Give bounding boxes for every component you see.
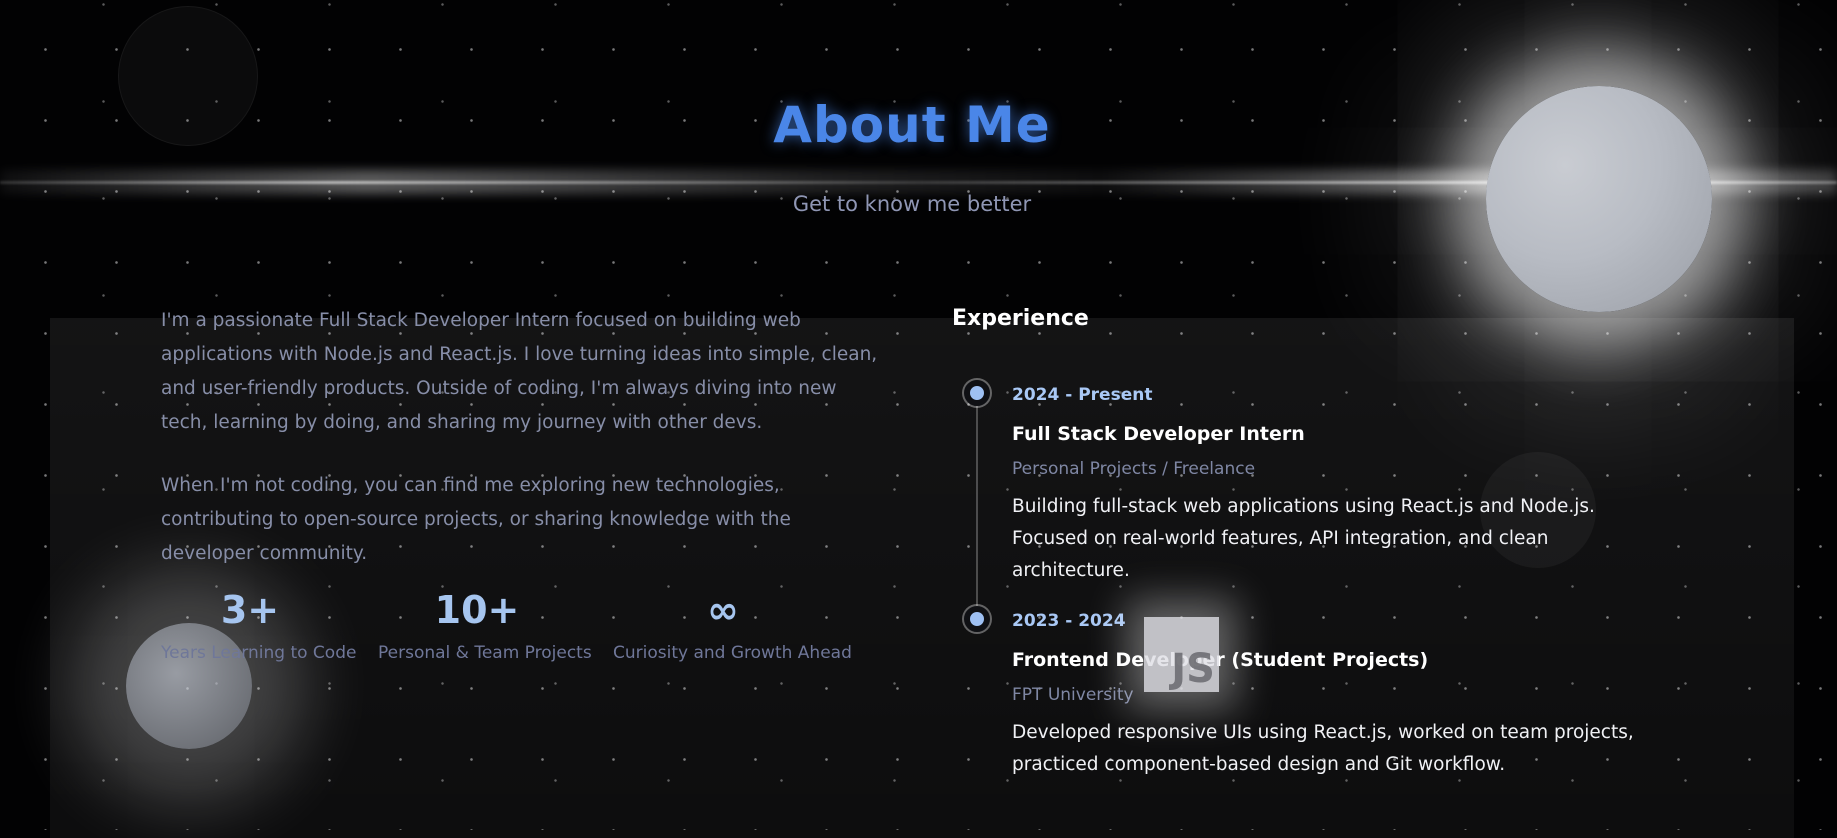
timeline-line	[976, 392, 978, 617]
experience-item: 2024 - Present Full Stack Developer Inte…	[1012, 385, 1672, 587]
stat-curiosity: ∞ Curiosity and Growth Ahead	[613, 587, 852, 663]
stat-label: Personal & Team Projects	[378, 643, 592, 663]
stats-row: 3+ Years Learning to Code 10+ Personal &…	[0, 587, 900, 687]
stat-label: Curiosity and Growth Ahead	[613, 643, 852, 663]
js-logo-icon: JS	[1144, 617, 1219, 692]
stat-projects: 10+ Personal & Team Projects	[378, 587, 592, 663]
experience-role: Full Stack Developer Intern	[1012, 423, 1305, 445]
experience-date: 2024 - Present	[1012, 385, 1153, 405]
experience-org: Personal Projects / Freelance	[1012, 459, 1256, 479]
experience-heading: Experience	[952, 306, 1089, 331]
stat-value: ∞	[707, 588, 739, 632]
page-title: About Me	[773, 96, 1051, 154]
stat-value: 10+	[434, 588, 520, 632]
about-paragraph-1: I'm a passionate Full Stack Developer In…	[161, 310, 878, 433]
stat-years: 3+ Years Learning to Code	[161, 587, 357, 663]
stat-label: Years Learning to Code	[161, 643, 357, 663]
experience-date: 2023 - 2024	[1012, 611, 1126, 631]
experience-description: Building full-stack web applications usi…	[1012, 496, 1595, 581]
timeline-dot-icon	[964, 606, 990, 632]
experience-description: Developed responsive UIs using React.js,…	[1012, 722, 1634, 775]
about-text: I'm a passionate Full Stack Developer In…	[161, 304, 881, 600]
experience-org: FPT University	[1012, 685, 1134, 705]
stat-value: 3+	[220, 588, 280, 632]
about-paragraph-2: When I'm not coding, you can find me exp…	[161, 475, 791, 564]
experience-role: Frontend Developer (Student Projects)	[1012, 649, 1429, 671]
experience-item: 2023 - 2024 Frontend Developer (Student …	[1012, 611, 1672, 781]
timeline-dot-icon	[964, 380, 990, 406]
page-subtitle: Get to know me better	[792, 192, 1032, 216]
